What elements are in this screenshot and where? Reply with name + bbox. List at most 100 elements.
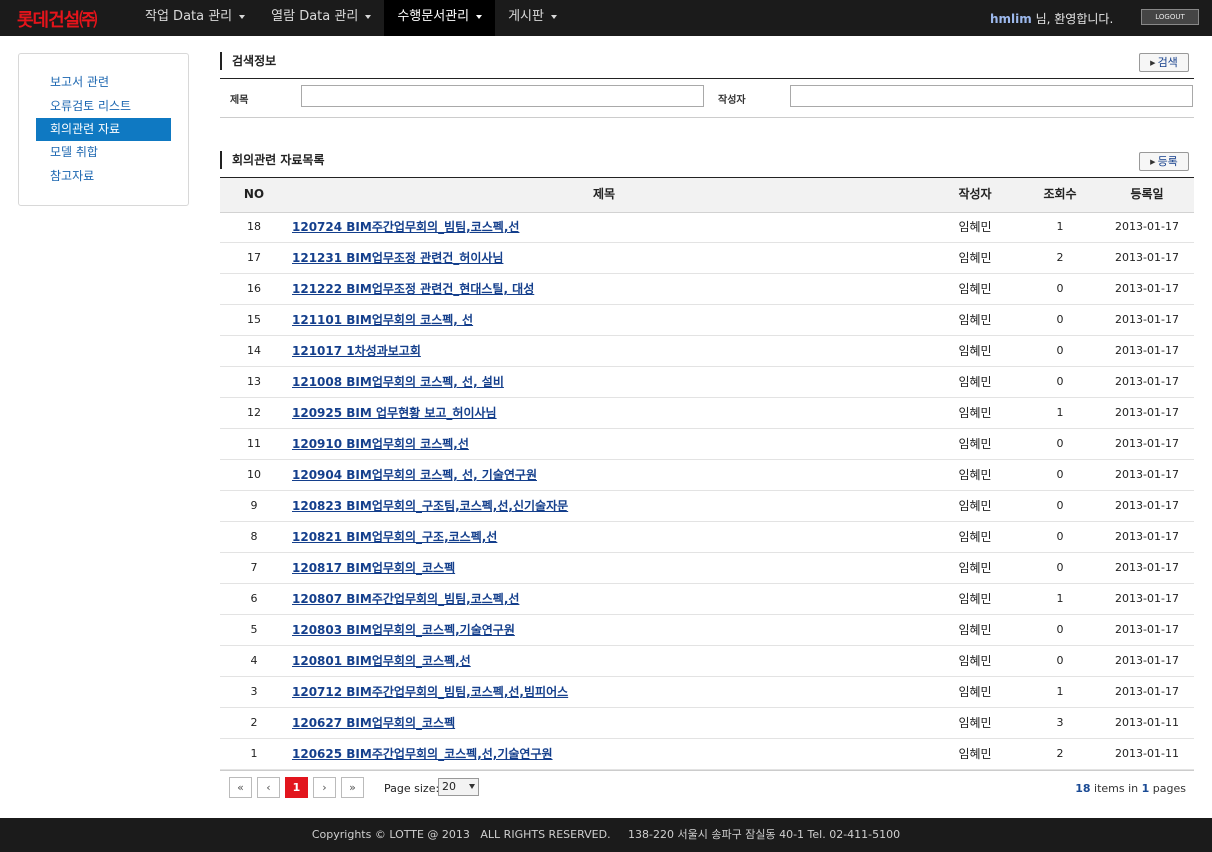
page-1-button[interactable]: 1 — [285, 777, 308, 798]
sidebar-item-reports[interactable]: 보고서 관련 — [36, 71, 171, 94]
row-no-cell: 12 — [247, 406, 261, 419]
nav-item-work-data[interactable]: 작업 Data 관리 — [132, 0, 258, 36]
row-title-cell: 120817 BIM업무회의_코스펙 — [292, 553, 932, 583]
page-size-select[interactable]: 20 — [438, 778, 479, 796]
row-no-cell: 10 — [247, 468, 261, 481]
row-date-cell: 2013-01-17 — [1115, 251, 1179, 264]
row-title-link[interactable]: 120712 BIM주간업무회의_빔팀,코스펙,선,빔피어스 — [292, 685, 568, 699]
table-body: 18 120724 BIM주간업무회의_빔팀,코스펙,선 임혜민 1 2013-01-1… — [220, 212, 1194, 770]
row-no-cell: 6 — [250, 592, 258, 605]
table-row: 4 120801 BIM업무회의_코스펙,선 임혜민 0 2013-01-17 — [220, 646, 1194, 677]
row-author-cell: 임혜민 — [958, 530, 992, 544]
row-title-link[interactable]: 120910 BIM업무회의 코스펙,선 — [292, 437, 469, 451]
row-title-link[interactable]: 121017 1차성과보고회 — [292, 344, 421, 358]
row-title-cell: 120724 BIM주간업무회의_빔팀,코스펙,선 — [292, 212, 932, 242]
row-title-cell: 120807 BIM주간업무회의_빔팀,코스펙,선 — [292, 584, 932, 614]
first-page-button[interactable]: « — [229, 777, 252, 798]
last-page-button[interactable]: » — [341, 777, 364, 798]
row-title-link[interactable]: 120801 BIM업무회의_코스펙,선 — [292, 654, 471, 668]
row-title-cell: 120801 BIM업무회의_코스펙,선 — [292, 646, 932, 676]
table-row: 17 121231 BIM업무조정 관련건_허이사님 임혜민 2 2013-01-17 — [220, 243, 1194, 274]
row-no-cell: 14 — [247, 344, 261, 357]
nav-item-view-data[interactable]: 열람 Data 관리 — [258, 0, 384, 36]
next-page-button[interactable]: › — [313, 777, 336, 798]
row-title-link[interactable]: 121222 BIM업무조정 관련건_현대스틸, 대성 — [292, 282, 534, 296]
row-author-cell: 임혜민 — [958, 313, 992, 327]
register-button[interactable]: ▶ 등록 — [1139, 152, 1189, 171]
row-title-cell: 120625 BIM주간업무회의_코스펙,선,기술연구원 — [292, 739, 932, 769]
table-row: 14 121017 1차성과보고회 임혜민 0 2013-01-17 — [220, 336, 1194, 367]
row-views-cell: 0 — [1056, 313, 1064, 326]
top-navbar: 롯데건설㈜ 작업 Data 관리 열람 Data 관리 수행문서관리 게시판 h… — [0, 0, 1212, 36]
row-no-cell: 2 — [250, 716, 258, 729]
column-header-author[interactable]: 작성자 — [935, 178, 1015, 212]
table-row: 11 120910 BIM업무회의 코스펙,선 임혜민 0 2013-01-17 — [220, 429, 1194, 460]
row-title-link[interactable]: 121008 BIM업무회의 코스펙, 선, 설비 — [292, 375, 504, 389]
author-search-input[interactable] — [790, 85, 1193, 107]
prev-page-button[interactable]: ‹ — [257, 777, 280, 798]
brand-logo[interactable]: 롯데건설㈜ — [17, 6, 97, 32]
row-title-link[interactable]: 120803 BIM업무회의_코스펙,기술연구원 — [292, 623, 515, 637]
row-date-cell: 2013-01-17 — [1115, 623, 1179, 636]
logout-button[interactable]: LOGOUT — [1141, 9, 1199, 25]
row-no-cell: 9 — [250, 499, 258, 512]
items-info: 18 items in 1 pages — [1060, 782, 1186, 795]
row-author-cell: 임혜민 — [958, 561, 992, 575]
row-title-link[interactable]: 120724 BIM주간업무회의_빔팀,코스펙,선 — [292, 220, 519, 234]
footer: Copyrights © LOTTE @ 2013 ALL RIGHTS RES… — [0, 818, 1212, 852]
row-date-cell: 2013-01-17 — [1115, 499, 1179, 512]
table-row: 3 120712 BIM주간업무회의_빔팀,코스펙,선,빔피어스 임혜민 1 2013-… — [220, 677, 1194, 708]
row-date-cell: 2013-01-17 — [1115, 313, 1179, 326]
row-title-cell: 120803 BIM업무회의_코스펙,기술연구원 — [292, 615, 932, 645]
row-title-link[interactable]: 120817 BIM업무회의_코스펙 — [292, 561, 455, 575]
row-no-cell: 3 — [250, 685, 258, 698]
row-title-link[interactable]: 120627 BIM업무회의_코스펙 — [292, 716, 455, 730]
row-title-link[interactable]: 121101 BIM업무회의 코스펙, 선 — [292, 313, 473, 327]
column-header-views[interactable]: 조회수 — [1020, 178, 1100, 212]
row-author-cell: 임혜민 — [958, 375, 992, 389]
welcome-message: hmlim 님, 환영합니다. — [990, 10, 1113, 27]
row-title-cell: 121017 1차성과보고회 — [292, 336, 932, 366]
sidebar-item-references[interactable]: 참고자료 — [36, 165, 171, 188]
row-title-link[interactable]: 120821 BIM업무회의_구조,코스펙,선 — [292, 530, 497, 544]
row-date-cell: 2013-01-17 — [1115, 654, 1179, 667]
sidebar-item-error-review[interactable]: 오류검토 리스트 — [36, 95, 171, 118]
row-no-cell: 1 — [250, 747, 258, 760]
column-header-title[interactable]: 제목 — [292, 178, 916, 212]
nav-item-documents[interactable]: 수행문서관리 — [384, 0, 496, 36]
nav-item-board[interactable]: 게시판 — [495, 0, 570, 36]
row-title-link[interactable]: 120904 BIM업무회의 코스펙, 선, 기술연구원 — [292, 468, 537, 482]
row-title-cell: 120904 BIM업무회의 코스펙, 선, 기술연구원 — [292, 460, 932, 490]
caret-down-icon — [550, 14, 557, 19]
row-date-cell: 2013-01-17 — [1115, 437, 1179, 450]
row-title-link[interactable]: 120625 BIM주간업무회의_코스펙,선,기술연구원 — [292, 747, 553, 761]
row-date-cell: 2013-01-11 — [1115, 747, 1179, 760]
search-button[interactable]: ▶ 검색 — [1139, 53, 1189, 72]
row-title-link[interactable]: 120823 BIM업무회의_구조팀,코스펙,선,신기술자문 — [292, 499, 568, 513]
table-row: 16 121222 BIM업무조정 관련건_현대스틸, 대성 임혜민 0 2013-01… — [220, 274, 1194, 305]
table-row: 1 120625 BIM주간업무회의_코스펙,선,기술연구원 임혜민 2 2013-01… — [220, 739, 1194, 770]
items-in-text: items in — [1090, 782, 1142, 795]
row-title-link[interactable]: 121231 BIM업무조정 관련건_허이사님 — [292, 251, 503, 265]
row-author-cell: 임혜민 — [958, 220, 992, 234]
row-no-cell: 4 — [250, 654, 258, 667]
row-title-link[interactable]: 120925 BIM 업무현황 보고_허이사님 — [292, 406, 497, 420]
search-button-label: 검색 — [1157, 56, 1178, 69]
page-size-label: Page size: — [384, 782, 440, 795]
row-views-cell: 1 — [1056, 220, 1064, 233]
row-author-cell: 임혜민 — [958, 437, 992, 451]
column-header-no[interactable]: NO — [220, 178, 288, 212]
row-views-cell: 0 — [1056, 468, 1064, 481]
row-views-cell: 0 — [1056, 437, 1064, 450]
row-views-cell: 1 — [1056, 592, 1064, 605]
table-row: 6 120807 BIM주간업무회의_빔팀,코스펙,선 임혜민 1 2013-01-17 — [220, 584, 1194, 615]
row-date-cell: 2013-01-17 — [1115, 220, 1179, 233]
column-header-date[interactable]: 등록일 — [1100, 178, 1194, 212]
row-views-cell: 3 — [1056, 716, 1064, 729]
row-title-link[interactable]: 120807 BIM주간업무회의_빔팀,코스펙,선 — [292, 592, 519, 606]
sidebar-item-model-collect[interactable]: 모델 취합 — [36, 141, 171, 164]
row-date-cell: 2013-01-17 — [1115, 561, 1179, 574]
sidebar-item-meeting-docs[interactable]: 회의관련 자료 — [36, 118, 171, 141]
row-date-cell: 2013-01-17 — [1115, 282, 1179, 295]
title-search-input[interactable] — [301, 85, 704, 107]
